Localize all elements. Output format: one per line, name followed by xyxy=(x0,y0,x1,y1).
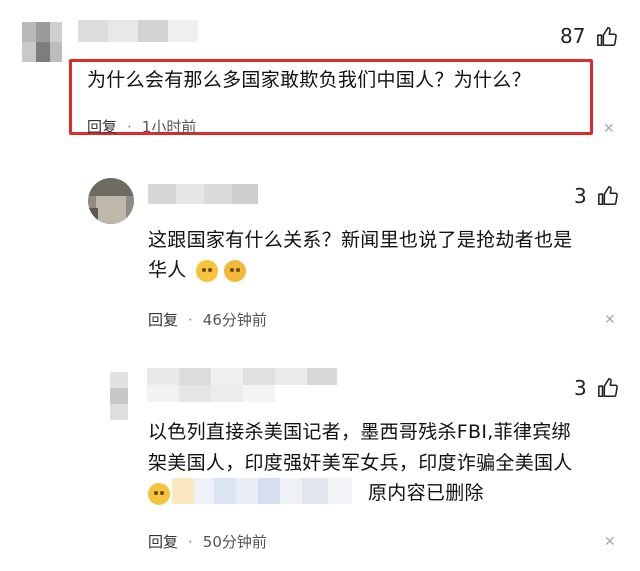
comment-text: 为什么会有那么多国家敢欺负我们中国人？为什么？ xyxy=(87,69,531,91)
meta-separator: · xyxy=(188,533,193,551)
blurred-content xyxy=(172,478,352,504)
close-icon[interactable]: ✕ xyxy=(604,312,616,328)
comment-text-line-1: 这跟国家有什么关系？新闻里也说了是抢劫者也是 xyxy=(148,229,573,251)
reply-button[interactable]: 回复 xyxy=(148,533,178,551)
thumbs-up-icon[interactable] xyxy=(597,377,619,399)
thumbs-up-icon[interactable] xyxy=(596,26,618,48)
meta-separator: · xyxy=(188,311,193,329)
meta-separator: · xyxy=(127,118,132,136)
comment-meta: 回复 · 1小时前 xyxy=(87,116,196,137)
timestamp: 1小时前 xyxy=(141,118,197,136)
reply-button[interactable]: 回复 xyxy=(148,311,178,329)
emoji-icon xyxy=(196,260,218,282)
username-blurred[interactable] xyxy=(148,184,258,204)
timestamp: 46分钟前 xyxy=(202,311,267,329)
reply-button[interactable]: 回复 xyxy=(87,118,117,136)
username-blurred[interactable] xyxy=(147,368,337,402)
like-count: 87 xyxy=(560,24,586,48)
username-blurred[interactable] xyxy=(78,20,198,42)
like-count: 3 xyxy=(574,184,587,208)
comment-meta: 回复 · 46分钟前 xyxy=(148,309,267,330)
comment-text-line-2: 华人 xyxy=(148,259,187,281)
comment-text-line-2: 架美国人，印度强奸美军女兵，印度诈骗全美国人 xyxy=(148,452,573,474)
emoji-icon xyxy=(148,483,170,505)
comment-text-line-1: 以色列直接杀美国记者，墨西哥残杀FBI,菲律宾绑 xyxy=(148,421,571,443)
timestamp: 50分钟前 xyxy=(202,533,267,551)
close-icon[interactable]: ✕ xyxy=(603,121,615,137)
avatar-blurred[interactable] xyxy=(22,22,62,62)
comment-meta: 回复 · 50分钟前 xyxy=(148,531,267,552)
like-count: 3 xyxy=(574,376,587,400)
avatar-blurred[interactable] xyxy=(110,372,128,420)
thumbs-up-icon[interactable] xyxy=(597,185,619,207)
deleted-note: 原内容已删除 xyxy=(368,482,484,504)
avatar[interactable] xyxy=(88,178,134,224)
close-icon[interactable]: ✕ xyxy=(604,534,616,550)
emoji-icon xyxy=(224,260,246,282)
